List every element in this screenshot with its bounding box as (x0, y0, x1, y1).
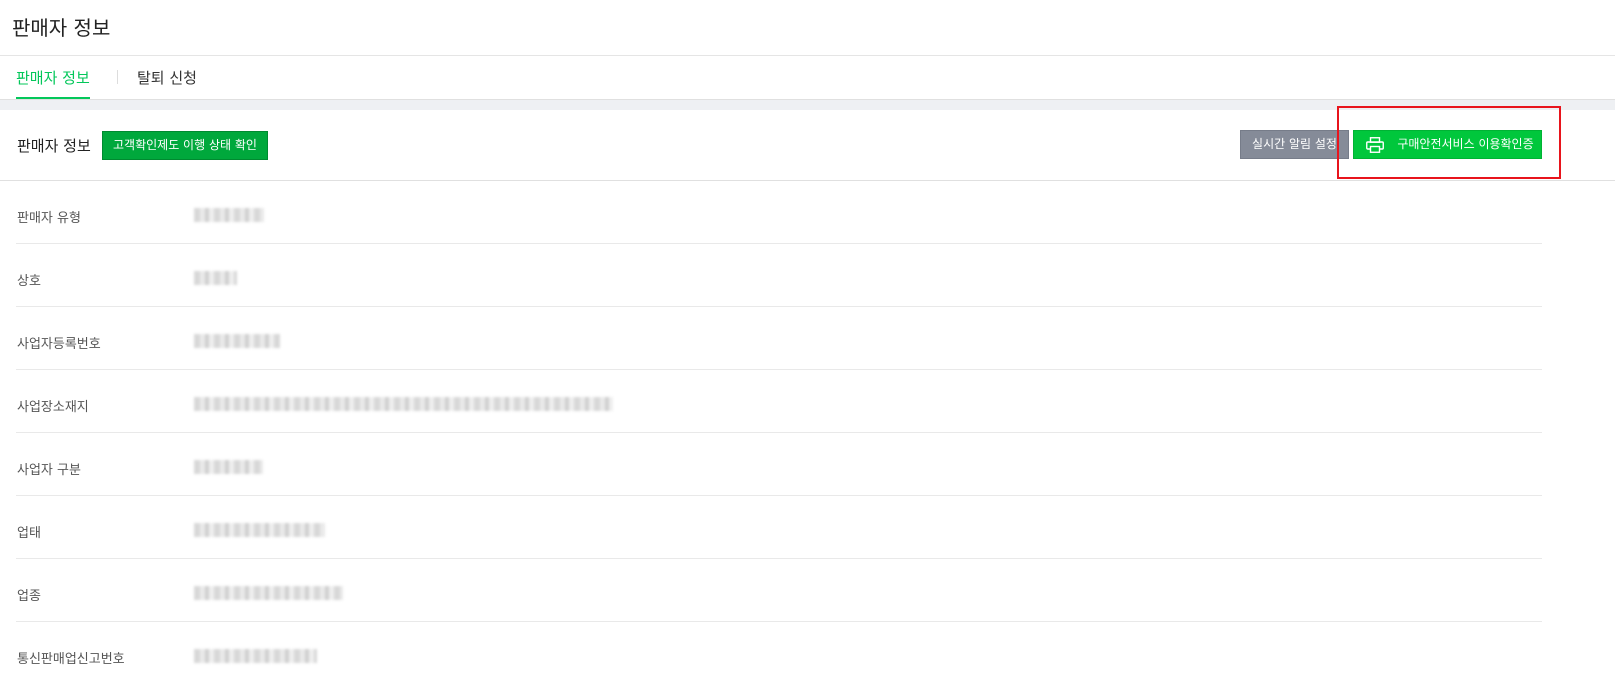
redacted-value (194, 648, 317, 664)
row-label: 사업자 구분 (17, 463, 81, 478)
row-label: 판매자 유형 (17, 211, 81, 226)
table-row: 상호 (0, 244, 1615, 307)
tab-withdrawal[interactable]: 탈퇴 신청 (137, 67, 197, 99)
table-row: 사업장소재지 (0, 370, 1615, 433)
table-row: 통신판매업신고번호 (0, 622, 1615, 685)
table-row: 판매자 유형 (0, 181, 1615, 244)
seller-info-table: 판매자 유형 상호 사업자등록번호 사업장소재지 사업자 구분 업태 업종 통신… (0, 181, 1615, 685)
table-row: 사업자 구분 (0, 433, 1615, 496)
redacted-value (194, 396, 613, 412)
redacted-value (194, 270, 237, 286)
redacted-value (194, 333, 280, 349)
table-row: 사업자등록번호 (0, 307, 1615, 370)
row-label: 통신판매업신고번호 (17, 652, 125, 667)
printer-icon (1366, 137, 1384, 153)
redacted-value (194, 459, 263, 475)
safe-purchase-certificate-button[interactable]: 구매안전서비스 이용확인증 (1353, 130, 1542, 159)
section-spacer (0, 100, 1615, 110)
page-header: 판매자 정보 (0, 0, 1615, 56)
row-label: 사업장소재지 (17, 400, 89, 415)
row-label: 사업자등록번호 (17, 337, 101, 352)
section-header: 판매자 정보 고객확인제도 이행 상태 확인 실시간 알림 설정 구매안전서비스… (0, 110, 1615, 181)
redacted-value (194, 585, 343, 601)
table-row: 업태 (0, 496, 1615, 559)
section-title: 판매자 정보 (17, 137, 91, 155)
tab-bar: 판매자 정보 탈퇴 신청 (0, 56, 1615, 100)
row-label: 업태 (17, 526, 41, 541)
realtime-alert-button[interactable]: 실시간 알림 설정 (1240, 130, 1349, 159)
certificate-button-label: 구매안전서비스 이용확인증 (1397, 137, 1534, 151)
page-title: 판매자 정보 (12, 16, 111, 40)
tab-divider (117, 70, 118, 84)
redacted-value (194, 522, 325, 538)
redacted-value (194, 207, 264, 223)
kyc-status-button[interactable]: 고객확인제도 이행 상태 확인 (102, 131, 268, 160)
table-row: 업종 (0, 559, 1615, 622)
row-label: 업종 (17, 589, 41, 604)
row-label: 상호 (17, 274, 41, 289)
tab-seller-info[interactable]: 판매자 정보 (16, 67, 90, 99)
